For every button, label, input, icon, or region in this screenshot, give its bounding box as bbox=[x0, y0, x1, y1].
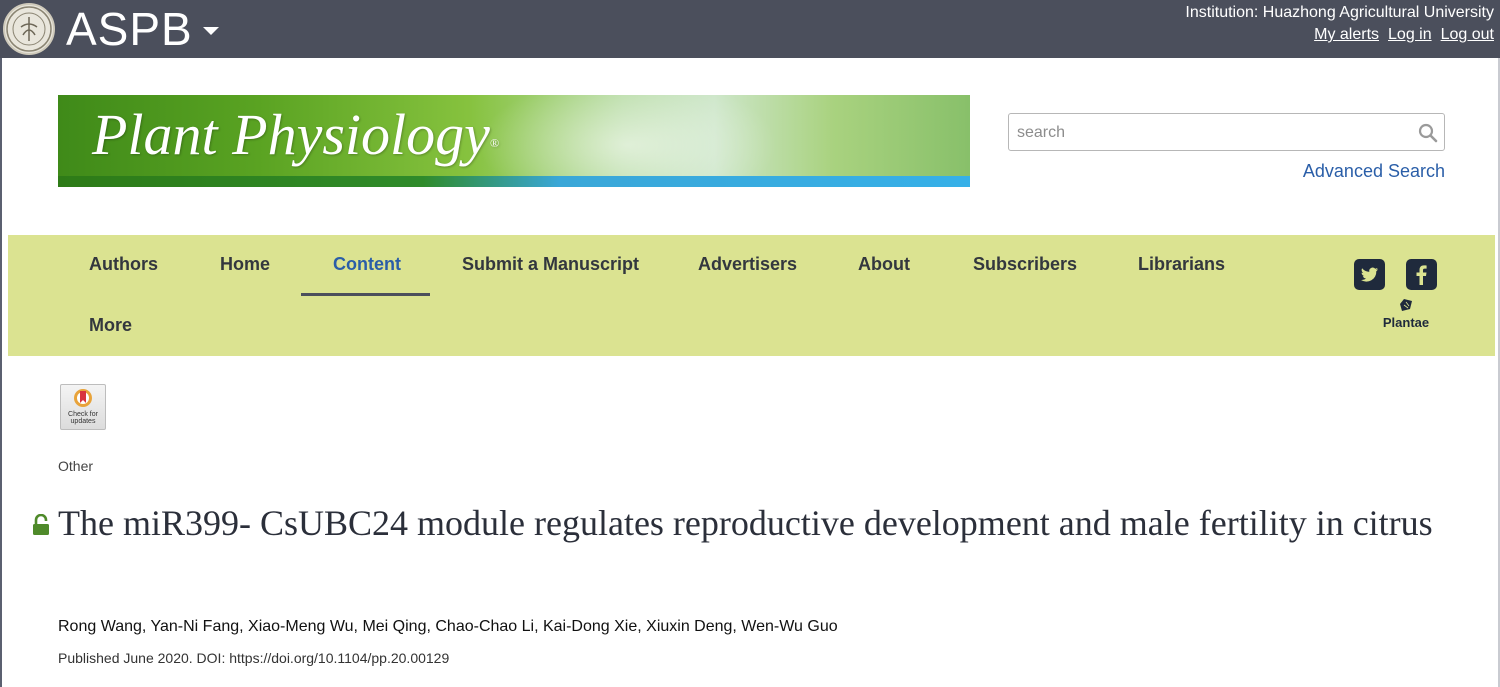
journal-title: Plant Physiology® bbox=[92, 99, 499, 171]
banner-stripe bbox=[58, 176, 970, 187]
nav-item-authors[interactable]: Authors bbox=[89, 254, 158, 275]
check-for-updates-badge[interactable]: Check for updates bbox=[60, 384, 106, 430]
author-list: Rong Wang, Yan-Ni Fang, Xiao-Meng Wu, Me… bbox=[58, 618, 838, 635]
publication-info: Published June 2020. DOI: https://doi.or… bbox=[58, 650, 450, 666]
facebook-icon[interactable] bbox=[1406, 259, 1437, 290]
nav-item-subscribers[interactable]: Subscribers bbox=[973, 254, 1077, 275]
article-type: Other bbox=[58, 458, 94, 474]
user-links: My alerts Log in Log out bbox=[1305, 26, 1494, 44]
search-icon[interactable] bbox=[1418, 123, 1438, 143]
aspb-brand-menu[interactable]: ASPB bbox=[66, 3, 219, 55]
nav-item-content[interactable]: Content bbox=[333, 254, 401, 275]
advanced-search-link[interactable]: Advanced Search bbox=[1303, 161, 1445, 182]
top-bar: ASPB Institution: Huazhong Agricultural … bbox=[0, 0, 1500, 58]
my-alerts-link[interactable]: My alerts bbox=[1314, 26, 1379, 43]
nav-item-advertisers[interactable]: Advertisers bbox=[698, 254, 797, 275]
check-updates-label: Check for updates bbox=[68, 411, 98, 425]
journal-banner[interactable]: Plant Physiology® bbox=[58, 95, 970, 187]
search-input[interactable] bbox=[1015, 120, 1409, 146]
plantae-leaf-icon bbox=[1400, 299, 1412, 311]
main-nav: Authors Home Content Submit a Manuscript… bbox=[8, 235, 1495, 356]
log-in-link[interactable]: Log in bbox=[1388, 26, 1432, 43]
institution-label: Institution: Huazhong Agricultural Unive… bbox=[1185, 4, 1494, 21]
left-page-border bbox=[0, 58, 2, 687]
active-tab-indicator bbox=[301, 293, 430, 296]
plantae-logo[interactable]: Plantae bbox=[1376, 297, 1436, 337]
open-access-lock-icon bbox=[32, 513, 50, 536]
plantae-label: Plantae bbox=[1382, 315, 1430, 330]
check-updates-icon bbox=[74, 389, 92, 407]
nav-item-more[interactable]: More bbox=[89, 315, 132, 336]
nav-item-about[interactable]: About bbox=[858, 254, 910, 275]
nav-item-home[interactable]: Home bbox=[220, 254, 270, 275]
registered-mark: ® bbox=[489, 136, 499, 150]
caret-down-icon bbox=[202, 27, 219, 35]
journal-title-text: Plant Physiology bbox=[92, 102, 490, 167]
nav-item-librarians[interactable]: Librarians bbox=[1138, 254, 1225, 275]
brand-label: ASPB bbox=[66, 3, 193, 55]
nav-item-submit-manuscript[interactable]: Submit a Manuscript bbox=[462, 254, 639, 275]
search-box bbox=[1008, 113, 1445, 151]
banner-highlight bbox=[478, 95, 778, 187]
article-title: The miR399- CsUBC24 module regulates rep… bbox=[58, 503, 1433, 543]
log-out-link[interactable]: Log out bbox=[1441, 26, 1494, 43]
aspb-seal-logo[interactable] bbox=[3, 3, 55, 55]
twitter-icon[interactable] bbox=[1354, 259, 1385, 290]
